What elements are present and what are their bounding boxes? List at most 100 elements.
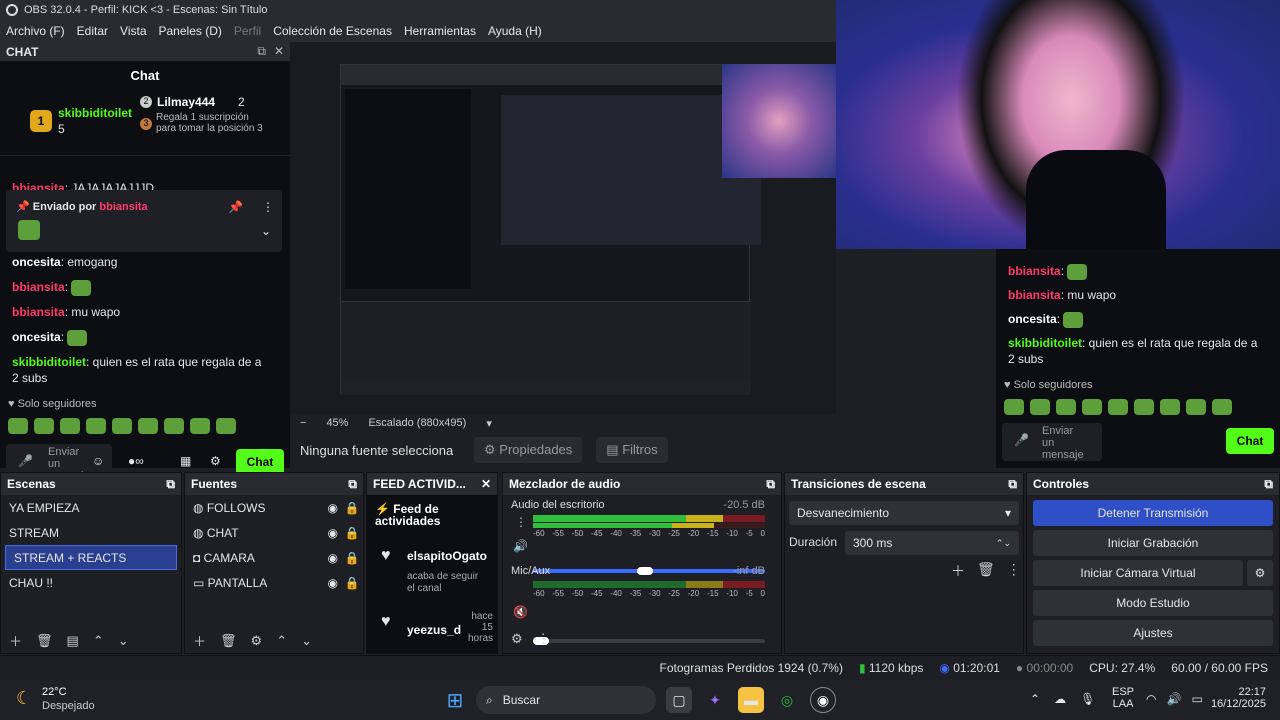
scene-item[interactable]: CHAU !! <box>1 570 181 595</box>
spinner-icon[interactable]: ⌃⌄ <box>996 538 1011 549</box>
filters-button[interactable]: ▤ Filtros <box>596 437 668 463</box>
feed-user[interactable]: elsapitoOgato <box>407 549 487 563</box>
pin-icon[interactable]: 📌 <box>228 200 243 214</box>
lock-icon[interactable]: 🔒 <box>345 576 360 590</box>
more-icon[interactable]: ⋮ <box>1007 561 1021 581</box>
menu-vista[interactable]: Vista <box>114 24 152 38</box>
emote-icon[interactable] <box>86 418 106 434</box>
task-view-icon[interactable]: ▢ <box>666 687 692 713</box>
add-icon[interactable]: ＋ <box>951 561 965 581</box>
float-icon[interactable]: ⧉ <box>257 44 266 59</box>
duration-input[interactable]: 300 ms ⌃⌄ <box>845 531 1019 555</box>
filter-icon[interactable]: ▤ <box>67 633 79 649</box>
store-icon[interactable]: ▦ <box>180 454 191 468</box>
source-item[interactable]: ◍ FOLLOWS ◉ 🔒 <box>185 495 363 520</box>
settings-gear-icon[interactable]: ⚙ <box>210 454 221 468</box>
mic-icon[interactable]: 🎙 <box>1080 692 1095 706</box>
scene-item[interactable]: YA EMPIEZA <box>1 495 181 520</box>
menu-archivo[interactable]: Archivo (F) <box>0 24 71 38</box>
gear-icon[interactable]: ⚙ <box>511 631 523 647</box>
chevron-down-icon[interactable]: ⌄ <box>261 224 271 238</box>
virtual-camera-button[interactable]: Iniciar Cámara Virtual <box>1033 560 1243 586</box>
desktop-volume-slider[interactable] <box>533 567 765 575</box>
wifi-icon[interactable]: ◠ <box>1146 692 1156 706</box>
emote-icon[interactable] <box>8 418 28 434</box>
chat-username[interactable]: oncesita <box>12 255 61 269</box>
float-icon[interactable]: ⧉ <box>348 477 357 492</box>
trash-icon[interactable]: 🗑 <box>36 633 53 649</box>
emoji-icon[interactable]: ☺ <box>92 454 104 468</box>
windows-start-icon[interactable]: ⊞ <box>442 687 468 713</box>
language-indicator[interactable]: ESP LAA <box>1112 686 1134 710</box>
chat-username[interactable]: bbiansita <box>12 305 65 319</box>
chevron-down-icon[interactable]: ▾ <box>486 417 492 430</box>
scene-item[interactable]: STREAM <box>1 520 181 545</box>
add-icon[interactable]: ＋ <box>9 631 22 650</box>
gear-icon[interactable]: ⚙ <box>1247 560 1273 586</box>
weather-temp[interactable]: 22°C <box>42 686 67 698</box>
eye-icon[interactable]: ◉ <box>328 526 338 540</box>
chat-username[interactable]: skibbiditoilet <box>12 355 86 369</box>
feed-user[interactable]: yeezus_d <box>407 623 461 637</box>
menu-paneles[interactable]: Paneles (D) <box>153 24 228 38</box>
emote-icon[interactable] <box>60 418 80 434</box>
source-item[interactable]: ◘ CAMARA ◉ 🔒 <box>185 545 363 570</box>
source-item[interactable]: ◍ CHAT ◉ 🔒 <box>185 520 363 545</box>
source-item[interactable]: ▭ PANTALLA ◉ 🔒 <box>185 570 363 595</box>
obs-taskbar-icon[interactable]: ◉ <box>810 687 836 713</box>
trash-icon[interactable]: 🗑 <box>220 633 237 649</box>
chrome-icon[interactable]: ◎ <box>774 687 800 713</box>
weather-text[interactable]: Despejado <box>42 700 95 712</box>
emote-icon[interactable] <box>190 418 210 434</box>
lock-icon[interactable]: 🔒 <box>345 501 360 515</box>
chevron-up-icon[interactable]: ⌃ <box>276 633 287 649</box>
cloud-icon[interactable]: ☁ <box>1054 692 1066 706</box>
close-icon[interactable]: ✕ <box>481 477 491 491</box>
stop-stream-button[interactable]: Detener Transmisión <box>1033 500 1273 526</box>
mic-icon[interactable]: 🎤 <box>18 454 33 468</box>
gear-icon[interactable]: ⚙ <box>251 633 263 649</box>
start-recording-button[interactable]: Iniciar Grabación <box>1033 530 1273 556</box>
trash-icon[interactable]: 🗑 <box>977 561 995 581</box>
more-icon[interactable]: ⋮ <box>515 515 527 529</box>
emote-icon[interactable] <box>34 418 54 434</box>
copilot-icon[interactable]: ✦ <box>702 687 728 713</box>
muted-mic-icon[interactable]: 🔇 <box>513 605 528 619</box>
properties-button[interactable]: ⚙ Propiedades <box>474 437 583 463</box>
taskbar-search[interactable]: ⌕ Buscar <box>476 686 656 714</box>
more-icon[interactable]: ⋮ <box>537 631 550 647</box>
close-icon[interactable]: ✕ <box>274 44 284 59</box>
scaling-select[interactable]: Escalado (880x495) <box>368 417 466 429</box>
emote-icon[interactable] <box>216 418 236 434</box>
chat-username[interactable]: oncesita <box>12 330 61 344</box>
preview-area[interactable] <box>290 42 836 414</box>
emote-icon[interactable] <box>164 418 184 434</box>
chevron-up-icon[interactable]: ⌃ <box>1030 692 1040 706</box>
battery-icon[interactable]: ▭ <box>1191 692 1202 706</box>
float-icon[interactable]: ⧉ <box>1264 477 1273 492</box>
chevron-up-icon[interactable]: ⌃ <box>93 633 104 649</box>
float-icon[interactable]: ⧉ <box>166 477 175 492</box>
eye-icon[interactable]: ◉ <box>328 576 338 590</box>
menu-perfil[interactable]: Perfil <box>228 24 267 38</box>
chevron-down-icon[interactable]: ⌄ <box>118 633 129 649</box>
points-icon[interactable]: ●∞ <box>128 454 144 468</box>
add-icon[interactable]: ＋ <box>193 631 206 650</box>
transition-select[interactable]: Desvanecimiento ▾ <box>789 501 1019 525</box>
menu-editar[interactable]: Editar <box>71 24 114 38</box>
float-icon[interactable]: ⧉ <box>766 477 775 492</box>
mic-volume-slider[interactable] <box>533 637 765 645</box>
file-explorer-icon[interactable]: ▬ <box>738 687 764 713</box>
scene-item-selected[interactable]: STREAM + REACTS <box>5 545 177 570</box>
slider-knob[interactable] <box>637 567 653 575</box>
zoom-minus[interactable]: − <box>300 417 306 429</box>
chat-username[interactable]: bbiansita <box>12 280 65 294</box>
settings-button[interactable]: Ajustes <box>1033 620 1273 646</box>
lock-icon[interactable]: 🔒 <box>345 551 360 565</box>
emote-icon[interactable] <box>112 418 132 434</box>
lock-icon[interactable]: 🔒 <box>345 526 360 540</box>
chevron-down-icon[interactable]: ⌄ <box>301 633 312 649</box>
menu-herramientas[interactable]: Herramientas <box>398 24 482 38</box>
eye-icon[interactable]: ◉ <box>328 551 338 565</box>
menu-coleccion[interactable]: Colección de Escenas <box>267 24 398 38</box>
